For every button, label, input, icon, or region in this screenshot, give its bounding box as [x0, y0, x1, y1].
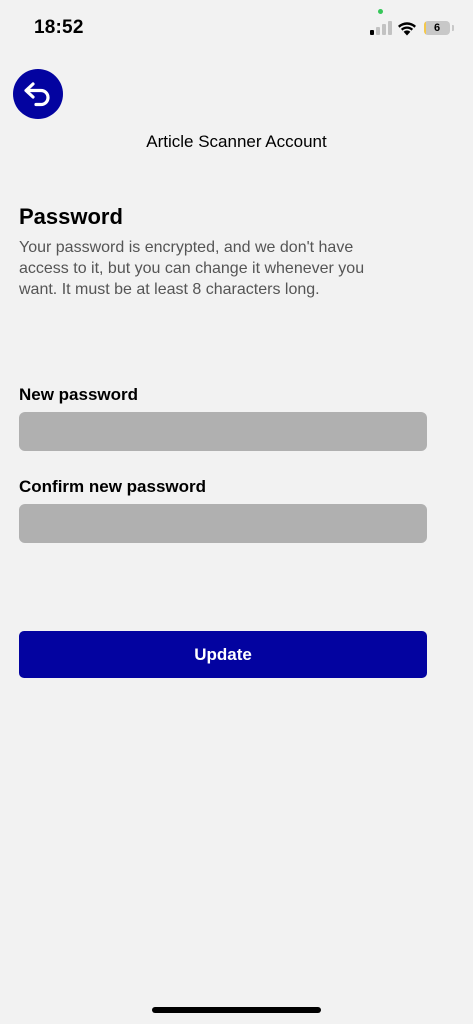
battery-terminal [452, 25, 454, 31]
confirm-password-input[interactable] [19, 504, 427, 543]
update-button[interactable]: Update [19, 631, 427, 678]
battery-level: 6 [433, 22, 441, 34]
new-password-input[interactable] [19, 412, 427, 451]
password-section-title: Password [19, 204, 123, 229]
camera-in-use-indicator [378, 9, 383, 14]
wifi-icon [398, 22, 416, 36]
back-arrow-icon [24, 82, 50, 107]
status-time: 18:52 [34, 17, 84, 38]
signal-bar [376, 27, 380, 35]
password-section-description: Your password is encrypted, and we don't… [19, 239, 365, 298]
screen-title: Article Scanner Account [146, 132, 327, 151]
signal-bar [388, 21, 392, 35]
new-password-label: New password [19, 385, 139, 404]
back-button[interactable] [13, 69, 63, 119]
home-indicator[interactable] [152, 1007, 321, 1013]
battery-icon: 6 [424, 21, 450, 35]
confirm-password-label: Confirm new password [19, 477, 207, 496]
signal-bar [370, 30, 374, 35]
signal-bar [382, 24, 386, 35]
cellular-signal-icon [370, 21, 392, 35]
